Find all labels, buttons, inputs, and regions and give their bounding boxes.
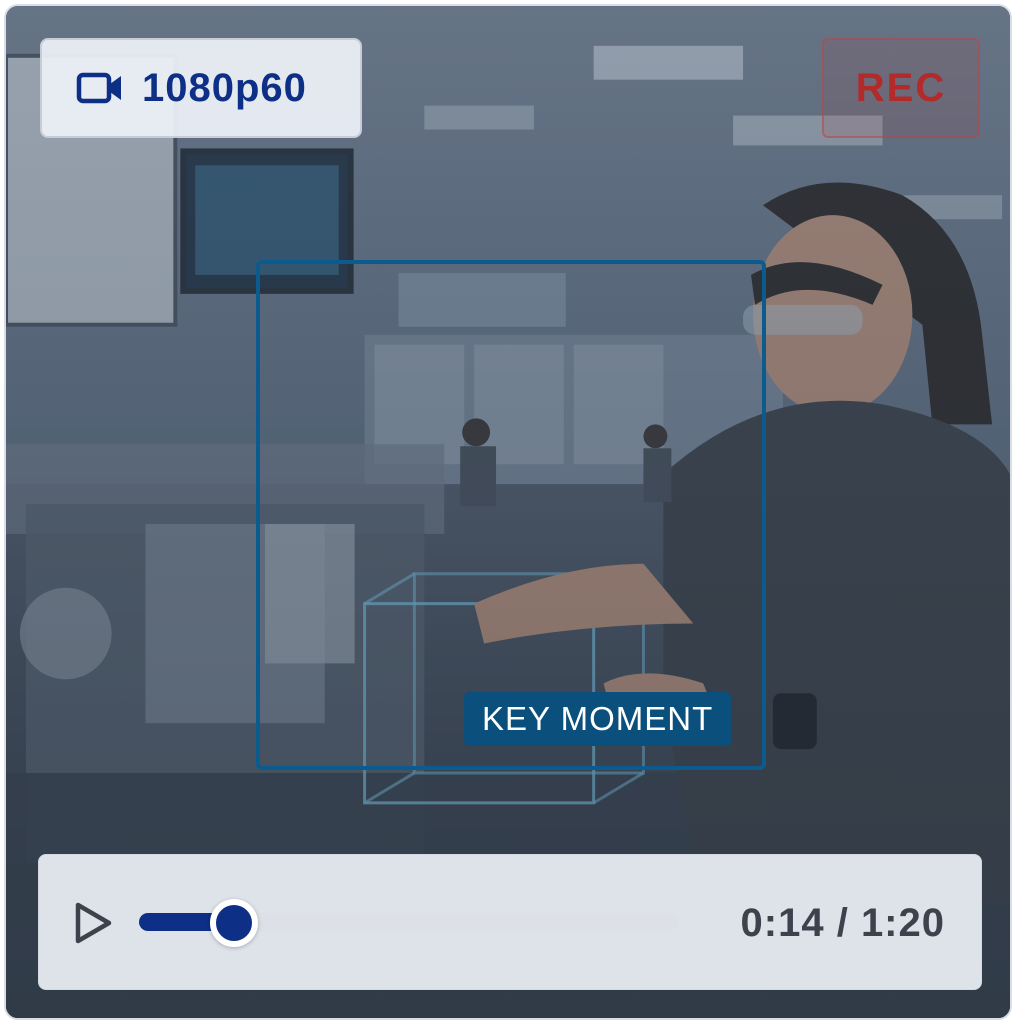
current-time: 0:14 [740, 900, 825, 945]
key-moment-label: KEY MOMENT [464, 692, 732, 746]
quality-badge[interactable]: 1080p60 [40, 38, 362, 138]
play-icon [75, 902, 112, 944]
recording-badge: REC [822, 38, 980, 138]
player-control-bar: 0:14 / 1:20 [38, 854, 982, 990]
seek-bar[interactable] [139, 899, 679, 947]
time-separator: / [824, 900, 861, 945]
recording-label: REC [855, 65, 947, 110]
quality-label: 1080p60 [142, 65, 307, 110]
video-camera-icon [76, 72, 121, 104]
time-readout: 0:14 / 1:20 [741, 897, 945, 949]
play-button[interactable] [65, 895, 121, 951]
total-duration: 1:20 [860, 900, 945, 945]
seek-handle[interactable] [209, 899, 258, 947]
video-player[interactable]: 1080p60 REC KEY MOMENT 0:14 / 1:20 [4, 4, 1012, 1020]
